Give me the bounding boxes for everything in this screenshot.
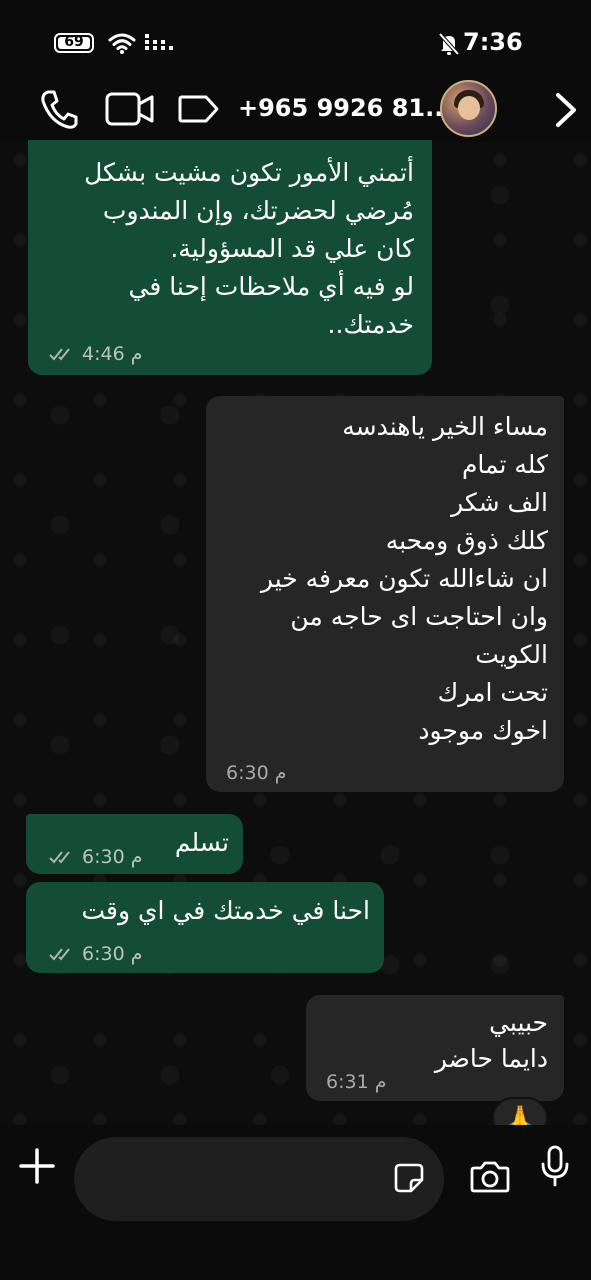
message-time: 6:31 م — [326, 1071, 387, 1093]
contact-name[interactable]: +965 9926 81... — [238, 94, 452, 122]
message-bubble-incoming[interactable]: مساء الخير ياهندسه كله تمام الف شكر كلك … — [206, 396, 564, 792]
message-meta: 6:31 م — [326, 1071, 386, 1093]
message-meta: 6:30 م — [48, 846, 142, 868]
sticker-icon[interactable] — [394, 1163, 424, 1193]
message-time: 6:30 م — [226, 762, 287, 784]
message-bubble-incoming[interactable]: حبيبي دايما حاضر 6:31 م — [306, 995, 564, 1101]
message-input[interactable] — [94, 1157, 388, 1203]
message-text: حبيبي دايما حاضر — [434, 1008, 548, 1073]
message-bubble-outgoing[interactable]: تسلم 6:30 م — [26, 814, 243, 874]
message-meta: 6:30 م — [48, 943, 142, 965]
message-time: 4:46 م — [82, 343, 143, 365]
message-text: أتمني الأمور تكون مشيت بشكل مُرضي لحضرتك… — [84, 158, 414, 339]
video-call-icon[interactable] — [105, 92, 155, 126]
battery-level: 69 — [64, 34, 84, 50]
message-bubble-outgoing[interactable]: أتمني الأمور تكون مشيت بشكل مُرضي لحضرتك… — [28, 140, 432, 375]
phone-icon[interactable] — [40, 89, 78, 129]
read-receipt-icon — [49, 348, 70, 361]
camera-icon[interactable] — [470, 1160, 510, 1194]
message-meta: 4:46 م — [48, 343, 142, 365]
message-meta: 6:30 م — [226, 762, 286, 784]
message-time: 6:30 م — [82, 846, 143, 868]
message-time: 6:30 م — [82, 943, 143, 965]
message-bubble-outgoing[interactable]: احنا في خدمتك في اي وقت 6:30 م — [26, 882, 384, 973]
signal-icon — [145, 34, 173, 50]
message-text: تسلم — [174, 828, 229, 857]
battery-icon: 69 — [54, 33, 94, 53]
mute-icon — [438, 32, 460, 56]
chat-header: +965 9926 81... — [0, 80, 591, 142]
avatar[interactable] — [440, 80, 497, 137]
read-receipt-icon — [49, 851, 70, 864]
clock: 7:36 — [463, 28, 523, 56]
label-icon[interactable] — [178, 94, 220, 124]
wifi-icon — [108, 33, 136, 54]
read-receipt-icon — [49, 948, 70, 961]
plus-icon[interactable] — [18, 1147, 56, 1185]
message-text: احنا في خدمتك في اي وقت — [81, 896, 370, 925]
chevron-right-icon[interactable] — [554, 92, 578, 128]
mic-icon[interactable] — [540, 1145, 570, 1187]
message-text: مساء الخير ياهندسه كله تمام الف شكر كلك … — [260, 412, 548, 745]
status-bar: 69 7:36 — [0, 0, 591, 86]
message-input-field[interactable] — [74, 1137, 444, 1221]
